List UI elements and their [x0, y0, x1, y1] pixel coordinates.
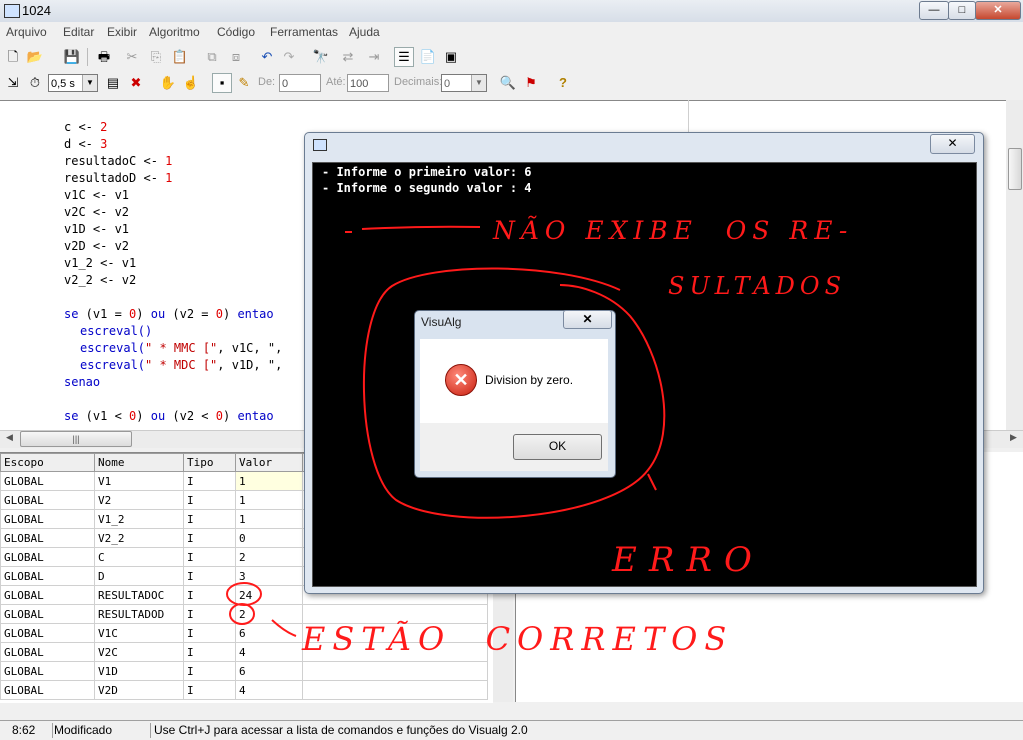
annotation-estao-corretos: ESTÃO CORRETOS	[302, 620, 734, 658]
dialog-title: VisuAlg	[421, 315, 462, 329]
annotation-arrow-line	[271, 619, 297, 637]
annotation-erro: ERRO	[612, 540, 764, 580]
dialog-close-button[interactable]: ✕	[563, 310, 612, 329]
annotation-nao-exibe: NÃO EXIBE OS RE-	[493, 216, 854, 245]
annotation-sultados: SULTADOS	[668, 272, 847, 300]
annotation-circle-24	[226, 582, 262, 606]
ok-button[interactable]: OK	[513, 434, 602, 460]
annotation-circle-2	[229, 603, 255, 625]
annotation-circle-tail	[647, 473, 657, 491]
error-message: Division by zero.	[485, 373, 574, 387]
annotation-dash-line	[345, 225, 481, 233]
error-icon: ✕	[445, 364, 477, 396]
